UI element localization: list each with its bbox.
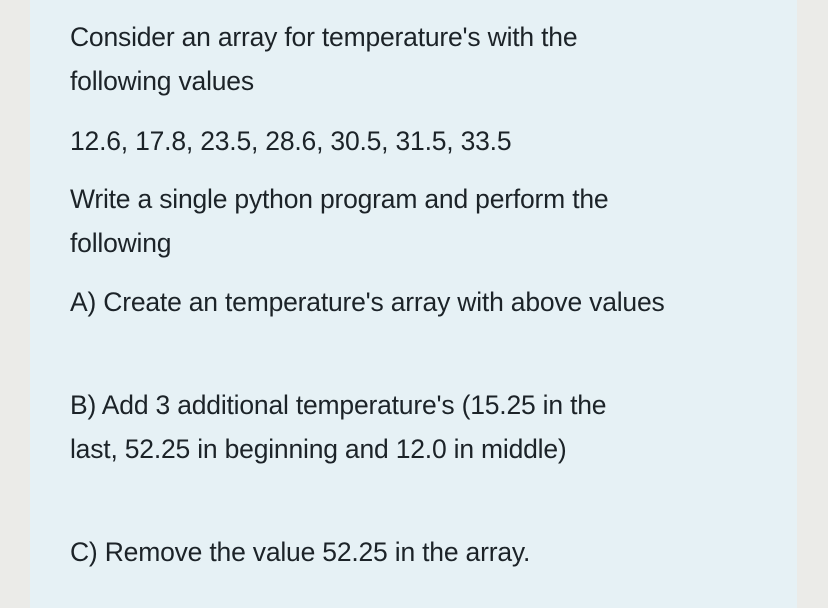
question-card: Consider an array for temperature's with… bbox=[30, 0, 797, 608]
part-c: C) Remove the value 52.25 in the array. bbox=[70, 537, 531, 567]
task-line-2: following bbox=[70, 228, 172, 258]
intro-line-2: following values bbox=[70, 66, 254, 96]
part-a: A) Create an temperature's array with ab… bbox=[70, 287, 665, 317]
intro-line-1: Consider an array for temperature's with… bbox=[70, 22, 578, 52]
values-line: 12.6, 17.8, 23.5, 28.6, 30.5, 31.5, 33.5 bbox=[70, 126, 512, 156]
part-b-line-2: last, 52.25 in beginning and 12.0 in mid… bbox=[70, 434, 567, 464]
part-b-line-1: B) Add 3 additional temperature's (15.25… bbox=[70, 390, 607, 420]
task-line-1: Write a single python program and perfor… bbox=[70, 184, 609, 214]
